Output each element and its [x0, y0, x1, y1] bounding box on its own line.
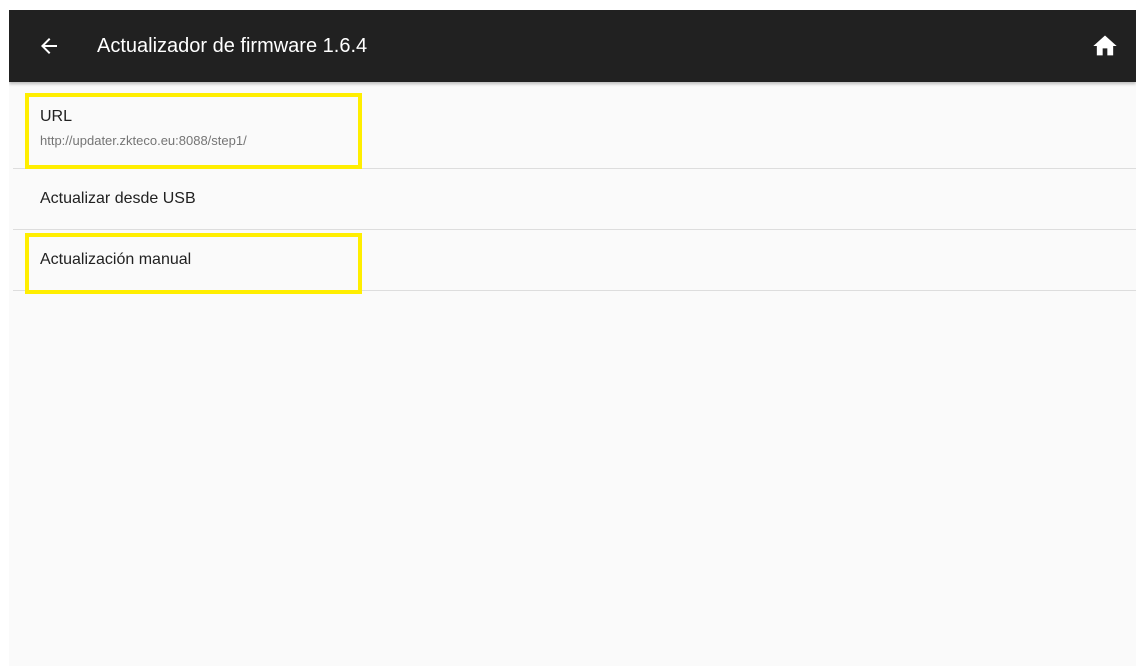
back-button[interactable]	[31, 28, 67, 64]
manual-update-item[interactable]: Actualización manual	[13, 230, 1136, 291]
url-setting-item[interactable]: URL http://updater.zkteco.eu:8088/step1/	[13, 82, 1136, 169]
url-value: http://updater.zkteco.eu:8088/step1/	[40, 133, 247, 148]
update-from-usb-label: Actualizar desde USB	[40, 190, 196, 207]
app-bar: Actualizador de firmware 1.6.4	[9, 10, 1136, 82]
settings-list: URL http://updater.zkteco.eu:8088/step1/…	[9, 82, 1136, 291]
update-from-usb-item[interactable]: Actualizar desde USB	[13, 169, 1136, 230]
home-button[interactable]	[1089, 30, 1121, 62]
arrow-back-icon	[41, 38, 57, 54]
manual-update-label: Actualización manual	[40, 251, 192, 268]
home-icon	[1093, 35, 1117, 56]
page-title: Actualizador de firmware 1.6.4	[97, 35, 368, 57]
url-title: URL	[40, 108, 73, 125]
firmware-updater-screen: Actualizador de firmware 1.6.4 URL http:…	[9, 10, 1136, 666]
